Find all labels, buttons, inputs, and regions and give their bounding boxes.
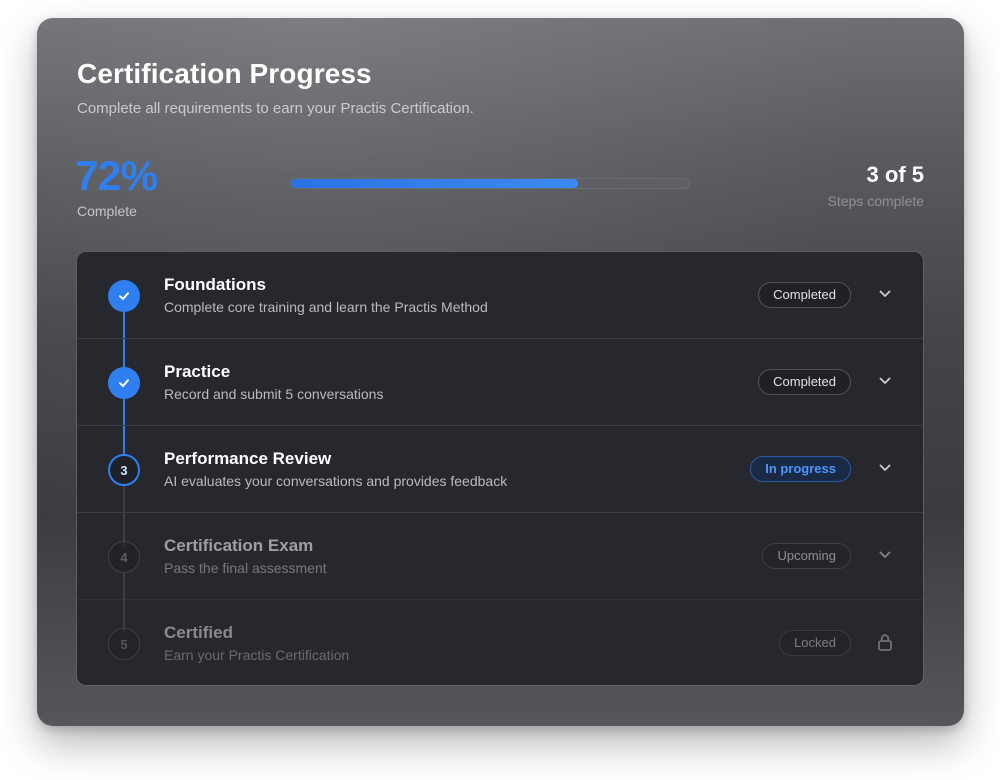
- steps-count: 3 of 5: [866, 162, 924, 187]
- progress-bar-fill: [291, 179, 578, 188]
- status-badge: Locked: [779, 630, 851, 656]
- progress-percent-label: Complete: [77, 203, 137, 219]
- status-badge: Completed: [758, 369, 851, 395]
- step-title: Performance Review: [164, 449, 332, 468]
- step-row-practice[interactable]: Practice Record and submit 5 conversatio…: [77, 339, 923, 426]
- chevron-down-icon[interactable]: [877, 373, 893, 389]
- certification-card: Certification Progress Complete all requ…: [37, 18, 964, 726]
- step-title: Practice: [164, 362, 231, 381]
- page-subtitle: Complete all requirements to earn your P…: [77, 100, 474, 117]
- status-badge: In progress: [750, 456, 851, 482]
- step-title: Certification Exam: [164, 536, 314, 555]
- step-row-performance-review[interactable]: 3 Performance Review AI evaluates your c…: [77, 426, 923, 513]
- step-description: Record and submit 5 conversations: [164, 386, 384, 402]
- chevron-down-icon[interactable]: [877, 286, 893, 302]
- step-number: 4: [108, 541, 140, 573]
- step-description: AI evaluates your conversations and prov…: [164, 473, 508, 489]
- step-row-foundations[interactable]: Foundations Complete core training and l…: [77, 252, 923, 339]
- step-description: Earn your Practis Certification: [164, 647, 350, 663]
- step-row-certified: 5 Certified Earn your Practis Certificat…: [77, 600, 923, 685]
- steps-count-label: Steps complete: [827, 193, 925, 209]
- steps-list: Foundations Complete core training and l…: [76, 251, 924, 686]
- step-number: 5: [108, 628, 140, 660]
- step-row-certification-exam[interactable]: 4 Certification Exam Pass the final asse…: [77, 513, 923, 600]
- chevron-down-icon[interactable]: [877, 460, 893, 476]
- lock-icon: [877, 633, 893, 651]
- check-icon: [108, 367, 140, 399]
- step-description: Pass the final assessment: [164, 560, 327, 576]
- status-badge: Upcoming: [762, 543, 851, 569]
- step-title: Foundations: [164, 275, 266, 294]
- step-number: 3: [108, 454, 140, 486]
- progress-bar: [290, 178, 690, 189]
- chevron-down-icon[interactable]: [877, 547, 893, 563]
- step-description: Complete core training and learn the Pra…: [164, 299, 488, 315]
- step-title: Certified: [164, 623, 233, 642]
- status-badge: Completed: [758, 282, 851, 308]
- check-icon: [108, 280, 140, 312]
- page-title: Certification Progress: [77, 58, 372, 89]
- progress-percent: 72%: [75, 152, 158, 199]
